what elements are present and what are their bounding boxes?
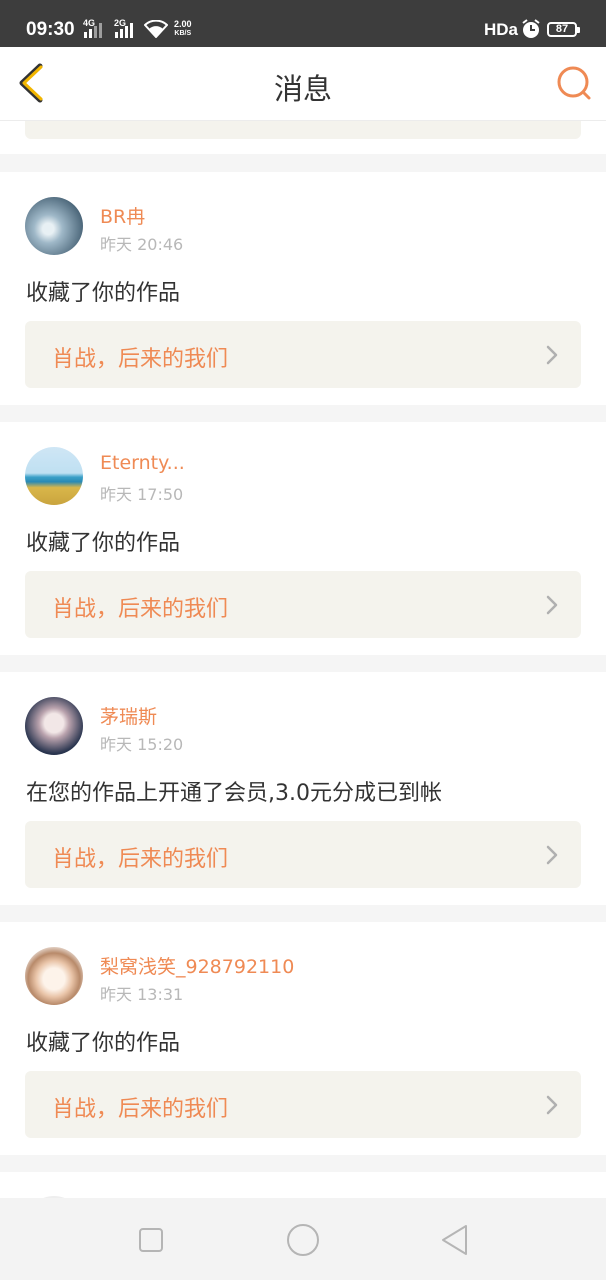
timestamp: 昨天 15:20 xyxy=(100,735,184,754)
nav-back-button[interactable] xyxy=(436,1221,474,1259)
signal-2-icon xyxy=(115,21,133,38)
wifi-icon xyxy=(144,20,168,38)
list-item[interactable]: BR冉 昨天 20:46 收藏了你的作品 肖战，后来的我们 xyxy=(0,172,606,405)
chevron-right-icon xyxy=(546,845,558,865)
page-title: 消息 xyxy=(273,72,332,106)
speed-unit: KB/S xyxy=(174,30,192,37)
avatar[interactable] xyxy=(25,447,83,505)
list-item[interactable] xyxy=(0,121,606,154)
hd-label: HDa xyxy=(484,20,519,39)
network-speed: 2.00 KB/S xyxy=(174,19,192,39)
status-bar: 09:30 4G 2G 2.00 KB/S HDa 87 xyxy=(0,0,606,47)
username[interactable]: 梨窝浅笑_928792110 xyxy=(100,952,294,979)
circle-icon xyxy=(287,1224,319,1256)
list-item[interactable]: 茅瑞斯 昨天 15:20 在您的作品上开通了会员,3.0元分成已到帐 肖战，后来… xyxy=(0,672,606,905)
recent-apps-button[interactable] xyxy=(132,1221,170,1259)
avatar[interactable] xyxy=(25,947,83,1005)
list-item[interactable]: Eternty... 昨天 17:50 收藏了你的作品 肖战，后来的我们 xyxy=(0,422,606,655)
work-title: 肖战，后来的我们 xyxy=(52,347,229,372)
timestamp: 昨天 17:50 xyxy=(100,485,184,504)
work-title: 肖战，后来的我们 xyxy=(52,847,229,872)
work-title: 肖战，后来的我们 xyxy=(52,1097,229,1122)
battery-icon: 87 xyxy=(547,22,580,37)
work-link[interactable]: 肖战，后来的我们 xyxy=(25,571,581,638)
avatar[interactable] xyxy=(25,697,83,755)
list-item[interactable] xyxy=(0,1172,606,1198)
avatar[interactable] xyxy=(25,197,83,255)
list-item[interactable]: 梨窝浅笑_928792110 昨天 13:31 收藏了你的作品 肖战，后来的我们 xyxy=(0,922,606,1155)
search-button[interactable] xyxy=(554,63,594,103)
system-nav-bar xyxy=(0,1198,606,1280)
triangle-back-icon xyxy=(442,1225,467,1255)
timestamp: 昨天 13:31 xyxy=(100,985,184,1004)
header: 消息 xyxy=(0,47,606,121)
work-link[interactable]: 肖战，后来的我们 xyxy=(25,821,581,888)
message-text: 在您的作品上开通了会员,3.0元分成已到帐 xyxy=(26,781,442,806)
message-text: 收藏了你的作品 xyxy=(26,1031,181,1056)
square-icon xyxy=(139,1228,163,1252)
chevron-right-icon xyxy=(546,1095,558,1115)
message-text: 收藏了你的作品 xyxy=(26,531,181,556)
message-list[interactable]: BR冉 昨天 20:46 收藏了你的作品 肖战，后来的我们 Eternty...… xyxy=(0,121,606,1198)
work-link[interactable]: 肖战，后来的我们 xyxy=(25,1071,581,1138)
search-icon xyxy=(557,66,591,100)
message-text: 收藏了你的作品 xyxy=(26,281,181,306)
username[interactable]: BR冉 xyxy=(100,202,145,229)
status-time: 09:30 xyxy=(26,19,75,40)
username[interactable]: Eternty... xyxy=(100,452,185,474)
home-button[interactable] xyxy=(284,1221,322,1259)
alarm-icon xyxy=(522,19,540,38)
username[interactable]: 茅瑞斯 xyxy=(100,702,157,729)
chevron-right-icon xyxy=(546,595,558,615)
work-link[interactable] xyxy=(25,121,581,139)
signal-1-icon xyxy=(84,21,102,38)
speed-value: 2.00 xyxy=(174,19,192,29)
chevron-right-icon xyxy=(546,345,558,365)
work-link[interactable]: 肖战，后来的我们 xyxy=(25,321,581,388)
timestamp: 昨天 20:46 xyxy=(100,235,184,254)
work-title: 肖战，后来的我们 xyxy=(52,597,229,622)
